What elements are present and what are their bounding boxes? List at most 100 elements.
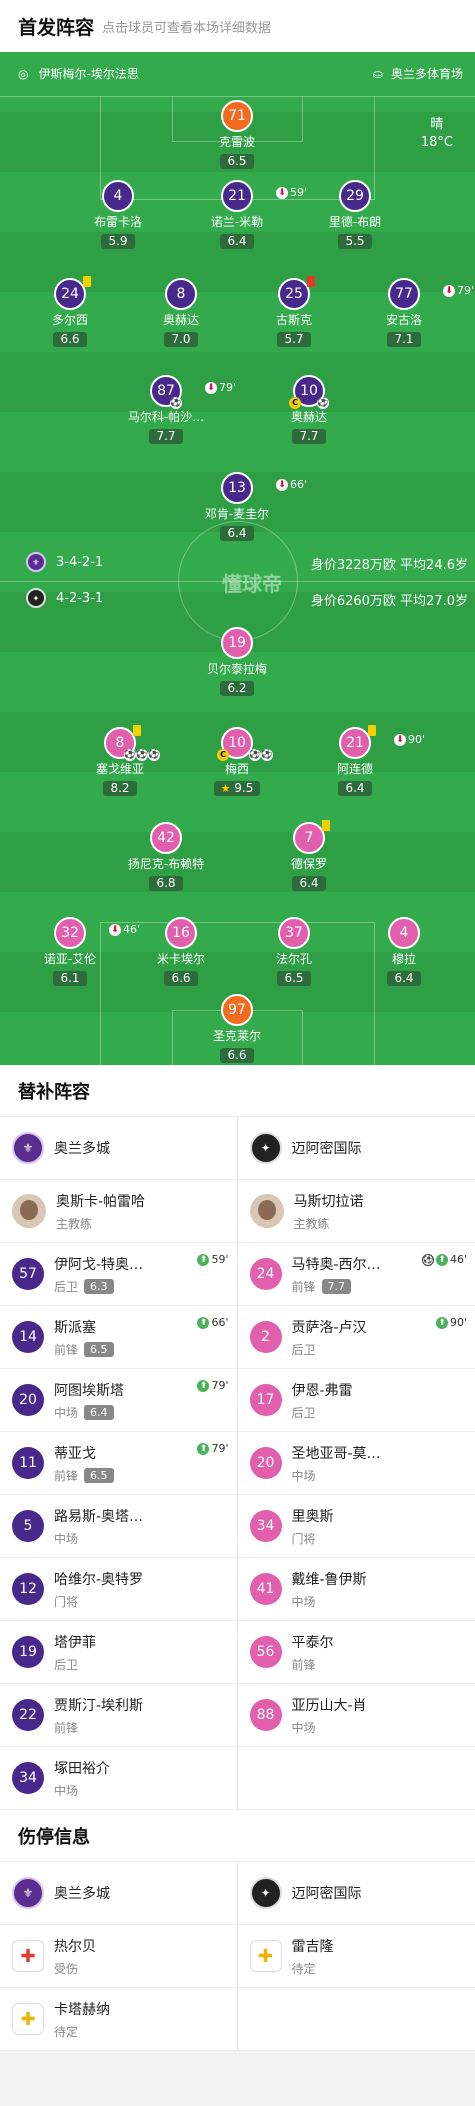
away-team-row[interactable]: ✦ 迈阿密国际 (237, 1862, 475, 1925)
sub-position-line: 前锋 7.7 (292, 1278, 381, 1295)
home-coach: 伊斯梅尔-埃尔法思 (38, 67, 139, 81)
home-player[interactable]: 71 克雷波 6.5 (191, 100, 283, 169)
rating-value: 6.2 (227, 681, 247, 695)
sub-player-row[interactable]: 11 蒂亚戈 前锋 6.5 ⬆ 79' (0, 1432, 237, 1495)
sub-player-row[interactable]: 12 哈维尔-奥特罗 门将 (0, 1558, 237, 1621)
away-player[interactable]: 7 德保罗 6.4 (263, 820, 355, 891)
away-player[interactable]: 16 米卡埃尔 6.6 (135, 917, 227, 986)
home-player[interactable]: 13 ⬇ 66' 邓肯-麦圭尔 6.4 (191, 472, 307, 541)
ball-icon: ⚽ (124, 749, 136, 761)
home-player[interactable]: 21 ⬇ 59' 诺兰-米勒 6.4 (191, 180, 307, 249)
away-player[interactable]: 4 穆拉 6.4 (358, 917, 450, 986)
jersey-number: 13 ⬇ 66' (221, 472, 307, 504)
home-team-row[interactable]: ⚜ 奥兰多城 (0, 1862, 237, 1925)
sub-number: 14 (12, 1321, 44, 1353)
ball-icon: ⚽ (421, 1253, 434, 1266)
sub-in-icon: ⬆ (197, 1316, 210, 1329)
home-coach-row[interactable]: 奥斯卡-帕雷哈 主教练 (0, 1180, 237, 1243)
sub-player-row[interactable]: 57 伊阿戈-特奥… 后卫 6.3 ⬆ 59' (0, 1243, 237, 1306)
sub-player-row[interactable]: 20 阿图埃斯塔 中场 6.4 ⬆ 79' (0, 1369, 237, 1432)
sub-player-row[interactable]: 5 路易斯-奥塔… 中场 (0, 1495, 237, 1558)
sub-position-line: 中场 6.4 (54, 1404, 124, 1421)
home-player[interactable]: 77 ⬇ 79' 安古洛 7.1 (358, 278, 474, 347)
player-rating: 7.7 (292, 429, 326, 444)
sub-name: 伊阿戈-特奥… (54, 1256, 144, 1273)
red-card-icon (307, 276, 315, 287)
sub-position: 前锋 (291, 1279, 316, 1294)
sub-position-line: 前锋 (292, 1656, 334, 1673)
injury-row[interactable]: ✚ 卡塔赫纳 待定 (0, 1988, 237, 2051)
pitch: ◎ 伊斯梅尔-埃尔法思 ⛀ 奥兰多体育场 晴 18°C 懂球帝 ⚜ 3-4-2-… (0, 52, 475, 1065)
home-coach-role: 主教练 (56, 1216, 93, 1231)
injury-row[interactable]: ✚ 热尔贝 受伤 (0, 1925, 237, 1988)
away-coach-row[interactable]: 马斯切拉诺 主教练 (237, 1180, 475, 1243)
home-player[interactable]: 87 ⬇ 79' ⚽ 马尔科-帕沙… 7.7 (120, 375, 236, 444)
away-player[interactable]: 97 圣克莱尔 6.6 (191, 994, 283, 1063)
away-player[interactable]: 37 法尔孔 6.5 (248, 917, 340, 986)
sub-player-row[interactable]: 56 平泰尔 前锋 (237, 1621, 475, 1684)
away-player[interactable]: 32 ⬇ 46' 诺亚-艾伦 6.1 (24, 917, 140, 986)
goal-marker: ⚽ (170, 397, 182, 409)
home-value: 身价3228万欧 平均24.6岁 (310, 558, 468, 573)
sub-player-row[interactable]: 2 贡萨洛-卢汉 后卫 ⬆ 90' (237, 1306, 475, 1369)
away-player[interactable]: 42 扬尼克-布赖特 6.8 (120, 822, 212, 891)
home-player[interactable]: 29 里德-布朗 5.5 (309, 180, 401, 249)
jersey-number: 37 (278, 917, 310, 949)
sub-in-icon: ⬆ (197, 1253, 210, 1266)
player-name: 梅西 (224, 762, 249, 776)
away-player[interactable]: 19 贝尔泰拉梅 6.2 (191, 627, 283, 696)
away-player[interactable]: 21 ⬇ 90' 阿连德 6.4 (309, 725, 425, 796)
doubtful-cross-icon: ✚ (249, 1940, 282, 1972)
sub-position: 中场 (54, 1783, 79, 1798)
sub-player-row[interactable]: 20 圣地亚哥-莫… 中场 (237, 1432, 475, 1495)
jersey-number: 77 ⬇ 79' (388, 278, 474, 310)
player-name: 诺兰-米勒 (210, 215, 264, 229)
sub-in-icon: ⬆ (435, 1316, 448, 1329)
away-team-row[interactable]: ✦ 迈阿密国际 (237, 1117, 475, 1180)
home-team-row[interactable]: ⚜ 奥兰多城 (0, 1117, 237, 1180)
number-text: 77 (395, 286, 413, 302)
sub-position: 前锋 (54, 1720, 79, 1735)
player-name: 邓肯-麦圭尔 (204, 507, 270, 521)
sub-player-row[interactable]: 14 斯派塞 前锋 6.5 ⬆ 66' (0, 1306, 237, 1369)
sub-player-row[interactable]: 34 塚田裕介 中场 (0, 1747, 237, 1810)
home-team-name: 奥兰多城 (54, 1141, 110, 1157)
player-name: 米卡埃尔 (156, 952, 205, 966)
sub-player-row[interactable]: 17 伊恩-弗雷 后卫 (237, 1369, 475, 1432)
sub-player-row[interactable]: 41 戴维-鲁伊斯 中场 (237, 1558, 475, 1621)
jersey-number: 21 ⬇ 59' (221, 180, 307, 212)
home-player[interactable]: 25 古斯克 5.7 (248, 276, 340, 347)
sub-position: 门将 (291, 1531, 316, 1546)
sub-number: 57 (12, 1258, 44, 1290)
coach-avatar (12, 1194, 46, 1228)
sub-position: 后卫 (291, 1342, 316, 1357)
home-player[interactable]: 4 布雷卡洛 5.9 (72, 180, 164, 249)
sub-event: ⬇ 66' (276, 471, 307, 499)
sub-player-row[interactable]: 24 马特奥-西尔… 前锋 7.7 ⚽ ⬆ 46' (237, 1243, 475, 1306)
sub-player-row[interactable]: 88 亚历山大-肖 中场 (237, 1684, 475, 1747)
away-player[interactable]: 10 C ⚽ ⚽ 梅西 ★ 9.5 (191, 727, 283, 796)
sub-player-row[interactable]: 22 贾斯汀-埃利斯 前锋 (0, 1684, 237, 1747)
page-title: 首发阵容 (18, 16, 95, 39)
home-player[interactable]: 10 C ⚽ 奥赫达 7.7 (263, 375, 355, 444)
home-player[interactable]: 8 奥赫达 7.0 (135, 278, 227, 347)
miami-logo-icon: ✦ (249, 1877, 282, 1909)
player-name: 诺亚-艾伦 (43, 952, 97, 966)
sub-name: 蒂亚戈 (54, 1445, 96, 1462)
sub-player-row[interactable]: 19 塔伊菲 后卫 (0, 1621, 237, 1684)
sub-number: 22 (12, 1699, 44, 1731)
number-text: 29 (346, 188, 364, 204)
injury-row[interactable]: ✚ 雷吉隆 待定 (237, 1925, 475, 1988)
rating-value: 6.6 (60, 332, 80, 346)
home-coach-name: 奥斯卡-帕雷哈 (56, 1193, 146, 1210)
sub-position: 前锋 (54, 1342, 79, 1357)
away-value: 身价6260万欧 平均27.0岁 (310, 594, 468, 609)
player-name: 阿连德 (336, 762, 373, 776)
goal-marker: ⚽ ⚽ (249, 749, 273, 761)
away-player[interactable]: 8 ⚽ ⚽ ⚽ 塞戈维亚 8.2 (74, 725, 166, 796)
sub-in-event: ⚽ ⬆ 46' (421, 1253, 467, 1266)
home-player[interactable]: 24 多尔西 6.6 (24, 276, 116, 347)
sub-number: 34 (12, 1762, 44, 1794)
empty-row (237, 1988, 475, 2051)
sub-player-row[interactable]: 34 里奥斯 门将 (237, 1495, 475, 1558)
